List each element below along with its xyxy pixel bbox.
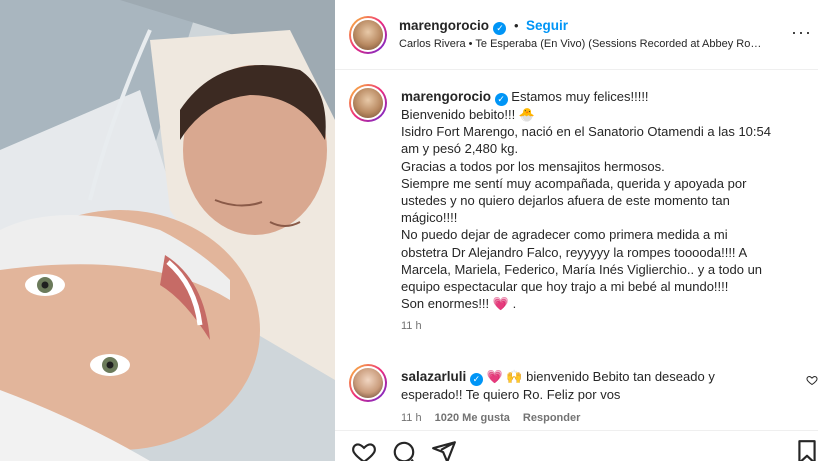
bookmark-icon[interactable] <box>796 439 818 461</box>
share-icon[interactable] <box>431 439 457 461</box>
caption-username[interactable]: marengorocio <box>401 89 491 104</box>
comment-icon[interactable] <box>391 439 417 461</box>
comment-likes[interactable]: 1020 Me gusta <box>435 412 510 424</box>
comment-text-line2: esperado!! Te quiero Ro. Feliz por vos <box>401 387 621 402</box>
caption-line: obstetra Dr Alejandro Falco, reyyyyy la … <box>401 244 748 260</box>
caption-line-text: Estamos muy felices!!!!! <box>511 89 649 104</box>
caption-line: Bienvenido bebito!!! 🐣 <box>401 107 535 122</box>
verified-icon: ✓ <box>494 93 508 106</box>
caption-timestamp[interactable]: 11 h <box>401 318 813 335</box>
post-panel: marengorocio ✓ • Seguir Carlos Rivera • … <box>335 0 818 461</box>
reply-button[interactable]: Responder <box>523 412 580 424</box>
caption-line: Son enormes!!! 💗 . <box>401 295 813 312</box>
music-track-link[interactable]: Carlos Rivera • Te Esperaba (En Vivo) (S… <box>399 38 779 50</box>
caption-author-avatar[interactable] <box>349 84 387 122</box>
post-photo-illustration <box>0 0 335 461</box>
follow-button[interactable]: Seguir <box>526 18 568 33</box>
caption-text: marengorocio ✓ Estamos muy felices!!!!! … <box>401 88 813 336</box>
caption-end-dot: . <box>512 296 517 312</box>
post-header: marengorocio ✓ • Seguir Carlos Rivera • … <box>335 0 818 70</box>
separator-dot: • <box>513 18 519 33</box>
action-bar <box>335 430 818 461</box>
caption-line: No puedo dejar de agradecer como primera… <box>401 227 728 243</box>
caption-line: mágico!!!! <box>401 210 458 226</box>
verified-icon: ✓ <box>469 373 483 386</box>
comment-text-line1: bienvenido Bebito tan deseado y <box>526 369 715 384</box>
more-icon[interactable]: ··· <box>791 22 812 43</box>
comment-body: salazarluli ✓ 💗 🙌 bienvenido Bebito tan … <box>401 368 801 404</box>
caption-line: equipo espectacular que hoy trajo a mi b… <box>401 279 729 295</box>
caption-line: Siempre me sentí muy acompañada, querida… <box>401 175 747 191</box>
commenter-username[interactable]: salazarluli <box>401 369 466 384</box>
caption-line: ustedes y no quiero dejarlos afuera de e… <box>401 193 730 209</box>
comment-meta: 11 h 1020 Me gusta Responder <box>401 412 590 424</box>
caption-line: marengorocio ✓ Estamos muy felices!!!!! <box>401 88 813 106</box>
heart-emoji: 💗 <box>492 296 509 312</box>
caption-line-text: Son enormes!!! <box>401 296 490 312</box>
commenter-avatar[interactable] <box>349 364 387 402</box>
comment-timestamp[interactable]: 11 h <box>401 412 422 424</box>
author-username[interactable]: marengorocio <box>399 18 489 33</box>
comment-heart-icon[interactable] <box>806 374 818 389</box>
caption-line: Marcela, Mariela, Federico, María Inés V… <box>401 261 763 277</box>
heart-icon[interactable] <box>351 439 377 461</box>
header-title-row: marengorocio ✓ • Seguir <box>399 17 568 35</box>
post-photo[interactable] <box>0 0 335 461</box>
author-avatar[interactable] <box>349 16 387 54</box>
caption-line: Gracias a todos por los mensajitos hermo… <box>401 158 665 174</box>
caption-line: Isidro Fort Marengo, nació en el Sanator… <box>401 124 771 140</box>
caption-line: am y pesó 2,480 kg. <box>401 141 519 157</box>
comment-emoji: 💗 🙌 <box>486 369 523 384</box>
verified-icon: ✓ <box>493 22 507 35</box>
